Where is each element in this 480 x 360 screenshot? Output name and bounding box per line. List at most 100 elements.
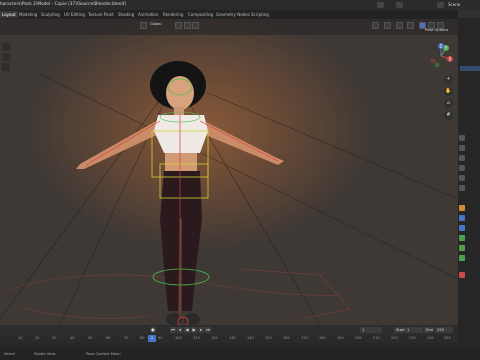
end-frame-field[interactable]: 250 — [435, 327, 453, 333]
tool-properties-tab-icon[interactable] — [459, 135, 465, 141]
gizmo-y-label: Y — [444, 46, 448, 51]
proportional-edit-icon[interactable] — [192, 22, 199, 29]
outliner-row-selected[interactable] — [460, 66, 480, 71]
title-bar: haracters\Pack 2\Model - Copie (37)\Sour… — [0, 0, 480, 10]
orientation-label[interactable]: Global — [150, 22, 161, 26]
tab-animation[interactable]: Animation — [136, 11, 160, 18]
left-arm-bone[interactable] — [85, 120, 161, 166]
physics-tab-icon[interactable] — [459, 235, 465, 241]
shirt-shape — [154, 115, 208, 153]
timeline-ruler[interactable]: 10 20 30 40 50 60 70 80 90 100 110 120 1… — [0, 335, 458, 343]
play-icon[interactable]: ▶ — [191, 327, 197, 333]
tick-label: 80 — [140, 336, 145, 340]
tick-label: 10 — [18, 336, 23, 340]
world-properties-tab-icon[interactable] — [459, 185, 465, 191]
window-title: haracters\Pack 2\Model - Copie (37)\Sour… — [0, 2, 126, 7]
tab-compositing[interactable]: Compositing — [186, 11, 215, 18]
material-properties-tab-icon[interactable] — [459, 272, 465, 278]
tick-label: 130 — [229, 336, 236, 340]
prev-keyframe-icon[interactable]: ◂ — [177, 327, 183, 333]
pants-shape — [160, 171, 202, 311]
scene-canvas[interactable] — [0, 19, 458, 325]
data-properties-tab-icon[interactable] — [459, 255, 465, 261]
particles-tab-icon[interactable] — [459, 225, 465, 231]
3d-viewport[interactable]: Global Pose Options X Y Z + ✋ ⌂ # — [0, 19, 458, 325]
jump-end-icon[interactable]: ⏭ — [205, 327, 211, 333]
tick-label: 230 — [409, 336, 416, 340]
face-shape — [166, 76, 194, 110]
play-reverse-icon[interactable]: ◀ — [184, 327, 190, 333]
properties-panel — [458, 10, 480, 360]
modifier-properties-tab-icon[interactable] — [459, 215, 465, 221]
tick-label: 110 — [193, 336, 200, 340]
end-label: End — [424, 327, 434, 333]
tick-label: 30 — [52, 336, 57, 340]
transform-orientation-icon[interactable] — [140, 22, 147, 29]
jump-start-icon[interactable]: ⏮ — [170, 327, 176, 333]
tick-label: 210 — [373, 336, 380, 340]
left-shoe-shape — [166, 313, 182, 325]
start-frame-field[interactable]: 1 — [405, 327, 423, 333]
tick-label: 20 — [35, 336, 40, 340]
status-rotate-hint: Rotate View — [34, 352, 56, 356]
tab-rendering[interactable]: Rendering — [161, 11, 185, 18]
navigation-gizmo[interactable]: X Y Z — [428, 43, 454, 69]
neck-shape — [174, 107, 184, 115]
zoom-icon[interactable]: + — [444, 75, 453, 84]
tab-geometry-nodes[interactable]: Geometry Nodes — [214, 11, 252, 18]
snap-icon[interactable] — [184, 22, 191, 29]
start-label: Start — [394, 327, 405, 333]
tick-label: 180 — [319, 336, 326, 340]
view-object-types-icon[interactable] — [372, 22, 379, 29]
view-layer-tab-icon[interactable] — [459, 165, 465, 171]
tab-sculpting[interactable]: Sculpting — [39, 11, 62, 18]
constraints-tab-icon[interactable] — [459, 245, 465, 251]
current-frame-field[interactable]: 1 — [360, 327, 382, 333]
tick-label: 140 — [247, 336, 254, 340]
select-tool-icon[interactable] — [2, 43, 10, 51]
tab-shading[interactable]: Shading — [116, 11, 136, 18]
status-context-hint: Pose Context Menu — [86, 352, 121, 356]
object-properties-tab-icon[interactable] — [459, 205, 465, 211]
scene-selector-icon[interactable] — [377, 2, 384, 8]
next-keyframe-icon[interactable]: ▸ — [198, 327, 204, 333]
tab-scripting[interactable]: Scripting — [249, 11, 271, 18]
scene-properties-tab-icon[interactable] — [459, 175, 465, 181]
outliner-row[interactable] — [460, 28, 480, 33]
move-tool-icon[interactable] — [2, 63, 10, 71]
tick-label: 70 — [124, 336, 129, 340]
scene-icon[interactable] — [437, 2, 444, 8]
outliner-row[interactable] — [460, 22, 480, 27]
pivot-point-icon[interactable] — [175, 22, 182, 29]
output-properties-tab-icon[interactable] — [459, 155, 465, 161]
tick-label: 190 — [337, 336, 344, 340]
pose-options-button[interactable]: Pose Options — [425, 28, 448, 32]
tick-label: 50 — [88, 336, 93, 340]
cursor-tool-icon[interactable] — [2, 53, 10, 61]
view-layer-icon[interactable] — [396, 2, 403, 8]
status-select-hint: Select — [4, 352, 16, 356]
outliner-header — [458, 10, 480, 18]
playhead[interactable]: 1 — [148, 335, 156, 342]
tick-label: 200 — [355, 336, 362, 340]
tab-uv-editing[interactable]: UV Editing — [62, 11, 87, 18]
tab-modeling[interactable]: Modeling — [17, 11, 39, 18]
timeline-controls: ● ⏮ ◂ ◀ ▶ ▸ ⏭ 1 Start 1 End 250 — [0, 325, 458, 335]
show-gizmo-icon[interactable] — [384, 22, 391, 29]
waist-shape — [165, 153, 197, 173]
tick-label: 250 — [444, 336, 451, 340]
keyframe-icon[interactable]: ● — [150, 327, 156, 333]
tick-label: 170 — [301, 336, 308, 340]
camera-icon[interactable]: ⌂ — [444, 99, 453, 108]
grid-icon[interactable]: # — [444, 111, 453, 120]
tick-label: 40 — [70, 336, 75, 340]
render-properties-tab-icon[interactable] — [459, 145, 465, 151]
scene-label: Scene — [448, 2, 461, 7]
show-overlays-icon[interactable] — [396, 22, 403, 29]
hand-icon[interactable]: ✋ — [444, 87, 453, 96]
xray-icon[interactable] — [407, 22, 414, 29]
workspace-tab-bar: Layout Modeling Sculpting UV Editing Tex… — [0, 10, 458, 19]
tab-layout[interactable]: Layout — [0, 11, 18, 18]
right-shoe-shape — [184, 313, 200, 325]
tab-texture-paint[interactable]: Texture Paint — [86, 11, 116, 18]
